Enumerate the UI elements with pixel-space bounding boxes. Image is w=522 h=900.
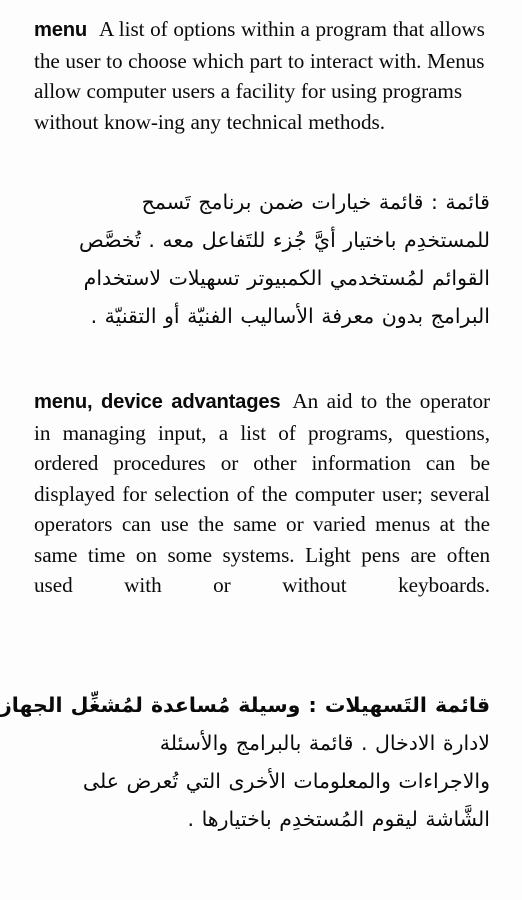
entry-2-english-definition: menu, device advantages An aid to the ope… [34, 386, 490, 631]
arabic-line: الشَّاشة ليقوم المُستخدِم باختيارها . [34, 800, 490, 838]
arabic-line-text: قائمة التَسهيلات : وسيلة مُساعدة لمُشغِّ… [0, 693, 490, 717]
entry-2-definition-text: An aid to the operator in managing input… [34, 389, 490, 597]
arabic-line: قائمة : قائمة خيارات ضمن برنامج تَسمح [34, 183, 490, 221]
arabic-line: القوائم لمُستخدمي الكمبيوتر تسهيلات لاست… [34, 259, 490, 297]
arabic-line: قائمة التَسهيلات : وسيلة مُساعدة لمُشغِّ… [0, 686, 490, 724]
arabic-line-text: البرامج بدون معرفة الأساليب الفنيّة أو ا… [90, 304, 490, 328]
arabic-line-text: الشَّاشة ليقوم المُستخدِم باختيارها . [187, 807, 490, 831]
entry-2-headword: menu, device advantages [34, 391, 281, 413]
arabic-line-text: للمستخدِم باختيار أيَّ جُزء للتَفاعل معه… [79, 228, 490, 252]
entry-1-english-definition: menu A list of options within a program t… [34, 14, 490, 137]
arabic-line-text: القوائم لمُستخدمي الكمبيوتر تسهيلات لاست… [83, 266, 490, 290]
arabic-line-text: والاجراءات والمعلومات الأخرى التي تُعرض … [82, 769, 490, 793]
entry-2-arabic-definition: قائمة التَسهيلات : وسيلة مُساعدة لمُشغِّ… [0, 686, 490, 838]
entry-1-arabic-definition: قائمة : قائمة خيارات ضمن برنامج تَسمح لل… [34, 183, 490, 335]
arabic-line-text: قائمة : قائمة خيارات ضمن برنامج تَسمح [141, 190, 490, 214]
arabic-line: لادارة الادخال . قائمة بالبرامج والأسئلة [34, 724, 490, 762]
entry-1-headword: menu [34, 19, 88, 41]
entry-1-definition-text: A list of options within a program that … [34, 17, 485, 134]
arabic-line: البرامج بدون معرفة الأساليب الفنيّة أو ا… [34, 297, 490, 335]
dictionary-page: menu A list of options within a program t… [0, 0, 522, 900]
arabic-line-text: لادارة الادخال . قائمة بالبرامج والأسئلة [159, 731, 490, 755]
arabic-line: للمستخدِم باختيار أيَّ جُزء للتَفاعل معه… [34, 221, 490, 259]
arabic-line: والاجراءات والمعلومات الأخرى التي تُعرض … [34, 762, 490, 800]
